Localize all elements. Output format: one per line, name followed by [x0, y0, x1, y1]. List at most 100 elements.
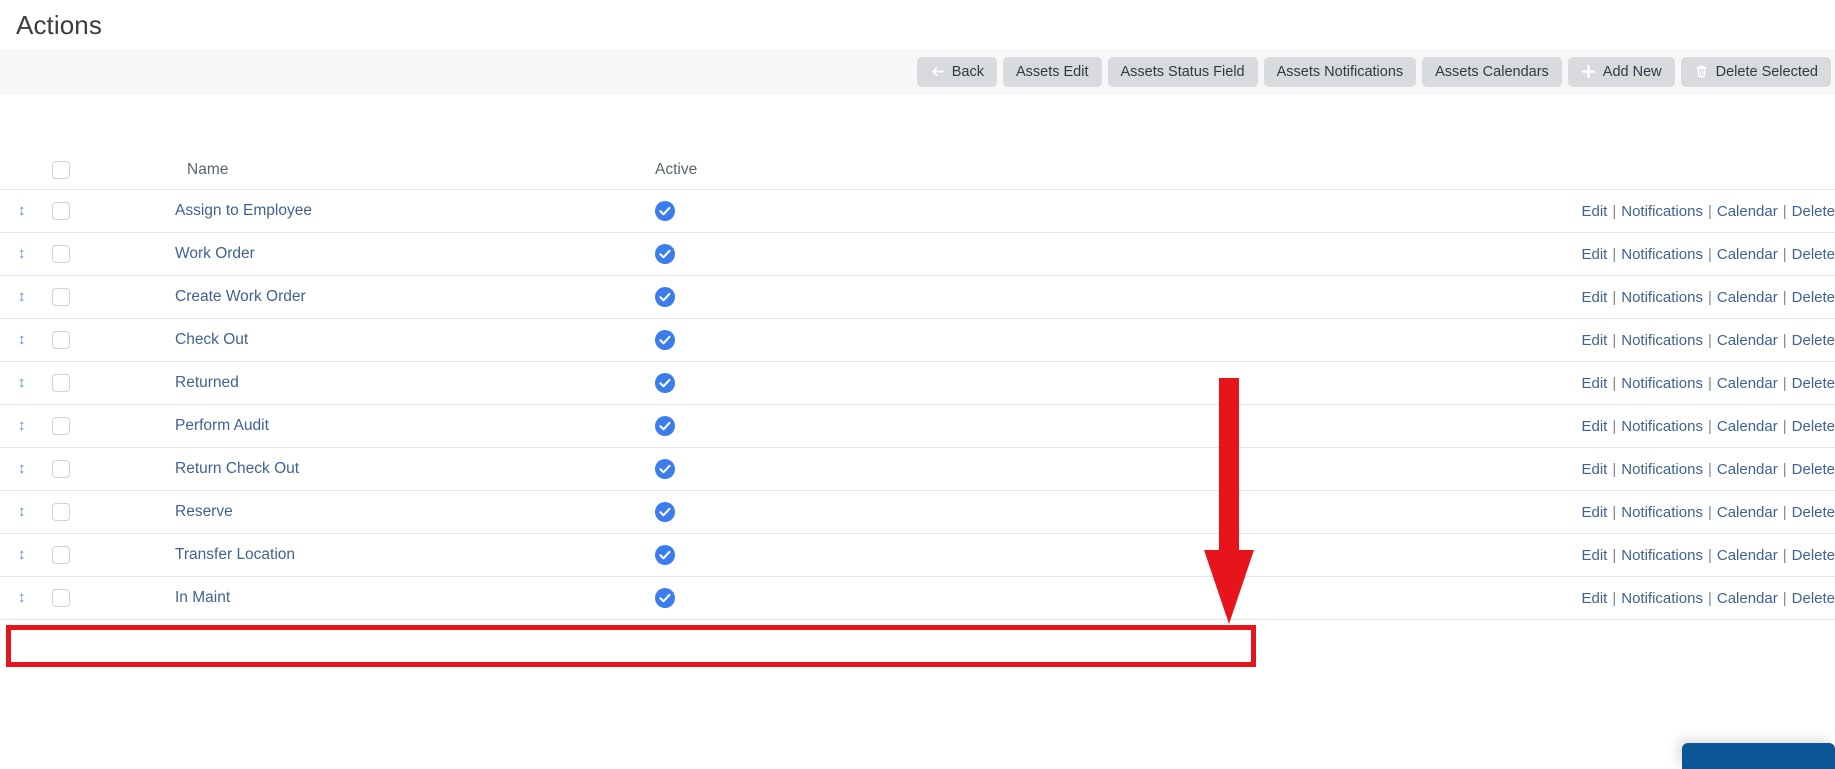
drag-handle-icon[interactable]: ↕ — [0, 547, 26, 562]
row-calendar-link[interactable]: Calendar — [1717, 375, 1778, 392]
row-edit-link[interactable]: Edit — [1581, 590, 1607, 607]
row-delete-link[interactable]: Delete — [1792, 375, 1835, 392]
row-calendar-link[interactable]: Calendar — [1717, 461, 1778, 478]
row-edit-link[interactable]: Edit — [1581, 418, 1607, 435]
assets-calendars-button[interactable]: Assets Calendars — [1422, 56, 1562, 87]
row-name-link[interactable]: Work Order — [175, 245, 255, 262]
row-calendar-link[interactable]: Calendar — [1717, 418, 1778, 435]
row-calendar-link[interactable]: Calendar — [1717, 504, 1778, 521]
row-calendar-link[interactable]: Calendar — [1717, 246, 1778, 263]
row-name-link[interactable]: Return Check Out — [175, 460, 299, 477]
row-checkbox[interactable] — [52, 330, 70, 349]
row-edit-link[interactable]: Edit — [1581, 332, 1607, 349]
row-notifications-link[interactable]: Notifications — [1621, 203, 1703, 220]
active-check-icon — [655, 373, 675, 393]
row-name-link[interactable]: Create Work Order — [175, 288, 306, 305]
row-notifications-link[interactable]: Notifications — [1621, 289, 1703, 306]
row-calendar-link[interactable]: Calendar — [1717, 203, 1778, 220]
row-delete-link[interactable]: Delete — [1792, 590, 1835, 607]
action-separator: | — [1782, 202, 1787, 220]
drag-handle-icon[interactable]: ↕ — [0, 590, 26, 605]
row-calendar-link[interactable]: Calendar — [1717, 289, 1778, 306]
drag-handle-icon[interactable]: ↕ — [0, 203, 26, 218]
row-delete-link[interactable]: Delete — [1792, 504, 1835, 521]
row-edit-link[interactable]: Edit — [1581, 375, 1607, 392]
table-row[interactable]: ↕ Transfer Location Edit | Notifications | Cal… — [0, 534, 1835, 577]
row-notifications-link[interactable]: Notifications — [1621, 246, 1703, 263]
row-delete-link[interactable]: Delete — [1792, 332, 1835, 349]
row-calendar-link[interactable]: Calendar — [1717, 590, 1778, 607]
header-select-all — [52, 151, 175, 190]
row-name-link[interactable]: Check Out — [175, 331, 248, 348]
row-name-link[interactable]: Perform Audit — [175, 417, 269, 434]
row-checkbox[interactable] — [52, 459, 70, 478]
drag-handle-icon[interactable]: ↕ — [0, 332, 26, 347]
row-name-link[interactable]: Reserve — [175, 503, 233, 520]
action-separator: | — [1782, 589, 1787, 607]
row-active-cell — [655, 233, 1015, 276]
action-separator: | — [1612, 331, 1617, 349]
row-checkbox[interactable] — [52, 287, 70, 306]
row-checkbox[interactable] — [52, 545, 70, 564]
row-checkbox[interactable] — [52, 201, 70, 220]
row-edit-link[interactable]: Edit — [1581, 289, 1607, 306]
table-row[interactable]: ↕ Create Work Order Edit | Notifications | Cal… — [0, 276, 1835, 319]
assets-notifications-button[interactable]: Assets Notifications — [1263, 56, 1417, 87]
table-row[interactable]: ↕ In Maint Edit | Notifications | Calendar | Del… — [0, 577, 1835, 620]
drag-handle-icon[interactable]: ↕ — [0, 418, 26, 433]
table-row[interactable]: ↕ Returned Edit | Notifications | Calendar | Del… — [0, 362, 1835, 405]
drag-handle-icon[interactable]: ↕ — [0, 461, 26, 476]
row-calendar-link[interactable]: Calendar — [1717, 547, 1778, 564]
row-notifications-link[interactable]: Notifications — [1621, 375, 1703, 392]
row-edit-link[interactable]: Edit — [1581, 461, 1607, 478]
row-name-link[interactable]: In Maint — [175, 589, 230, 606]
row-edit-link[interactable]: Edit — [1581, 504, 1607, 521]
row-notifications-link[interactable]: Notifications — [1621, 332, 1703, 349]
assets-edit-button[interactable]: Assets Edit — [1002, 56, 1102, 87]
row-notifications-link[interactable]: Notifications — [1621, 504, 1703, 521]
row-delete-link[interactable]: Delete — [1792, 203, 1835, 220]
row-checkbox[interactable] — [52, 244, 70, 263]
row-delete-link[interactable]: Delete — [1792, 289, 1835, 306]
row-active-cell — [655, 405, 1015, 448]
row-notifications-link[interactable]: Notifications — [1621, 418, 1703, 435]
row-notifications-link[interactable]: Notifications — [1621, 461, 1703, 478]
table-row[interactable]: ↕ Return Check Out Edit | Notifications | Cale… — [0, 448, 1835, 491]
row-name-link[interactable]: Returned — [175, 374, 239, 391]
drag-handle-icon[interactable]: ↕ — [0, 246, 26, 261]
assets-status-field-button[interactable]: Assets Status Field — [1107, 56, 1258, 87]
active-check-icon — [655, 330, 675, 350]
row-calendar-link[interactable]: Calendar — [1717, 332, 1778, 349]
table-row[interactable]: ↕ Check Out Edit | Notifications | Calendar | De… — [0, 319, 1835, 362]
row-checkbox[interactable] — [52, 588, 70, 607]
row-active-cell — [655, 577, 1015, 620]
select-all-checkbox[interactable] — [52, 160, 70, 179]
back-button[interactable]: Back — [916, 56, 997, 87]
delete-selected-button[interactable]: Delete Selected — [1680, 56, 1831, 87]
row-edit-link[interactable]: Edit — [1581, 203, 1607, 220]
row-checkbox[interactable] — [52, 416, 70, 435]
row-name-link[interactable]: Assign to Employee — [175, 202, 312, 219]
drag-handle-icon[interactable]: ↕ — [0, 375, 26, 390]
row-delete-link[interactable]: Delete — [1792, 547, 1835, 564]
table-row[interactable]: ↕ Assign to Employee Edit | Notifications | Ca… — [0, 190, 1835, 233]
row-actions-cell: Edit | Notifications | Calendar | Delete — [1015, 448, 1835, 491]
row-notifications-link[interactable]: Notifications — [1621, 547, 1703, 564]
row-checkbox[interactable] — [52, 502, 70, 521]
table-row[interactable]: ↕ Perform Audit Edit | Notifications | Calenda… — [0, 405, 1835, 448]
table-row[interactable]: ↕ Reserve Edit | Notifications | Calendar | Dele… — [0, 491, 1835, 534]
table-row[interactable]: ↕ Work Order Edit | Notifications | Calendar | D… — [0, 233, 1835, 276]
row-delete-link[interactable]: Delete — [1792, 418, 1835, 435]
row-delete-link[interactable]: Delete — [1792, 246, 1835, 263]
row-delete-link[interactable]: Delete — [1792, 461, 1835, 478]
header-name-label: Name — [187, 161, 229, 178]
drag-handle-icon[interactable]: ↕ — [0, 289, 26, 304]
add-new-button[interactable]: Add New — [1567, 56, 1675, 87]
row-name-link[interactable]: Transfer Location — [175, 546, 295, 563]
row-notifications-link[interactable]: Notifications — [1621, 590, 1703, 607]
row-edit-link[interactable]: Edit — [1581, 246, 1607, 263]
row-edit-link[interactable]: Edit — [1581, 547, 1607, 564]
chat-widget-button[interactable] — [1682, 743, 1835, 769]
drag-handle-icon[interactable]: ↕ — [0, 504, 26, 519]
row-checkbox[interactable] — [52, 373, 70, 392]
